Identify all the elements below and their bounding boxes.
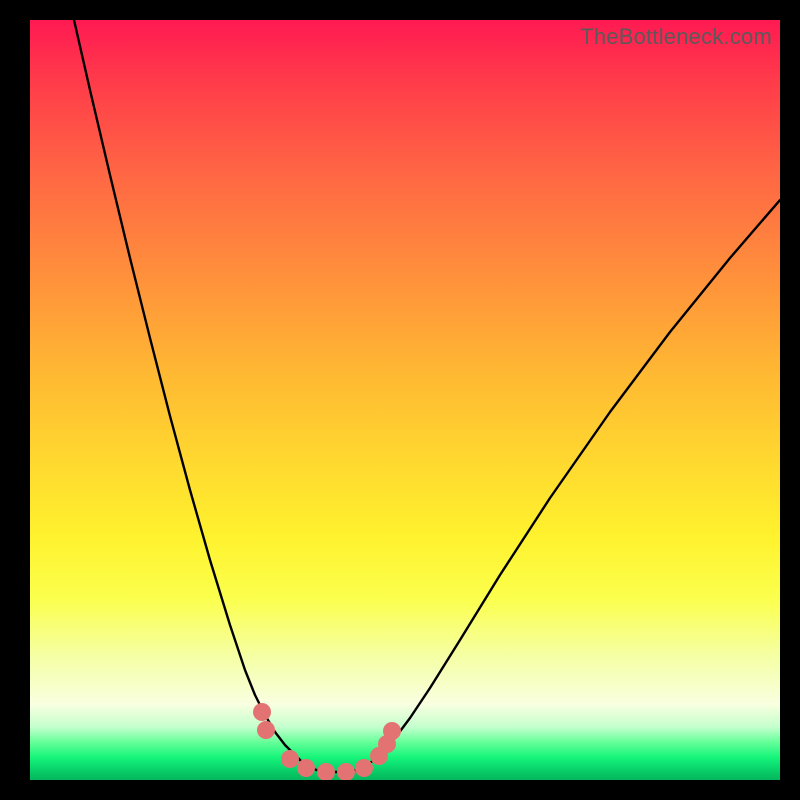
valley-marker (281, 750, 299, 768)
valley-marker (383, 722, 401, 740)
valley-markers (253, 703, 401, 780)
curve-svg (30, 20, 780, 780)
bottleneck-curve (74, 20, 780, 772)
valley-marker (317, 763, 335, 780)
valley-marker (337, 763, 355, 780)
valley-marker (253, 703, 271, 721)
chart-frame: TheBottleneck.com (0, 0, 800, 800)
plot-area: TheBottleneck.com (30, 20, 780, 780)
valley-marker (355, 759, 373, 777)
valley-marker (257, 721, 275, 739)
valley-marker (297, 759, 315, 777)
